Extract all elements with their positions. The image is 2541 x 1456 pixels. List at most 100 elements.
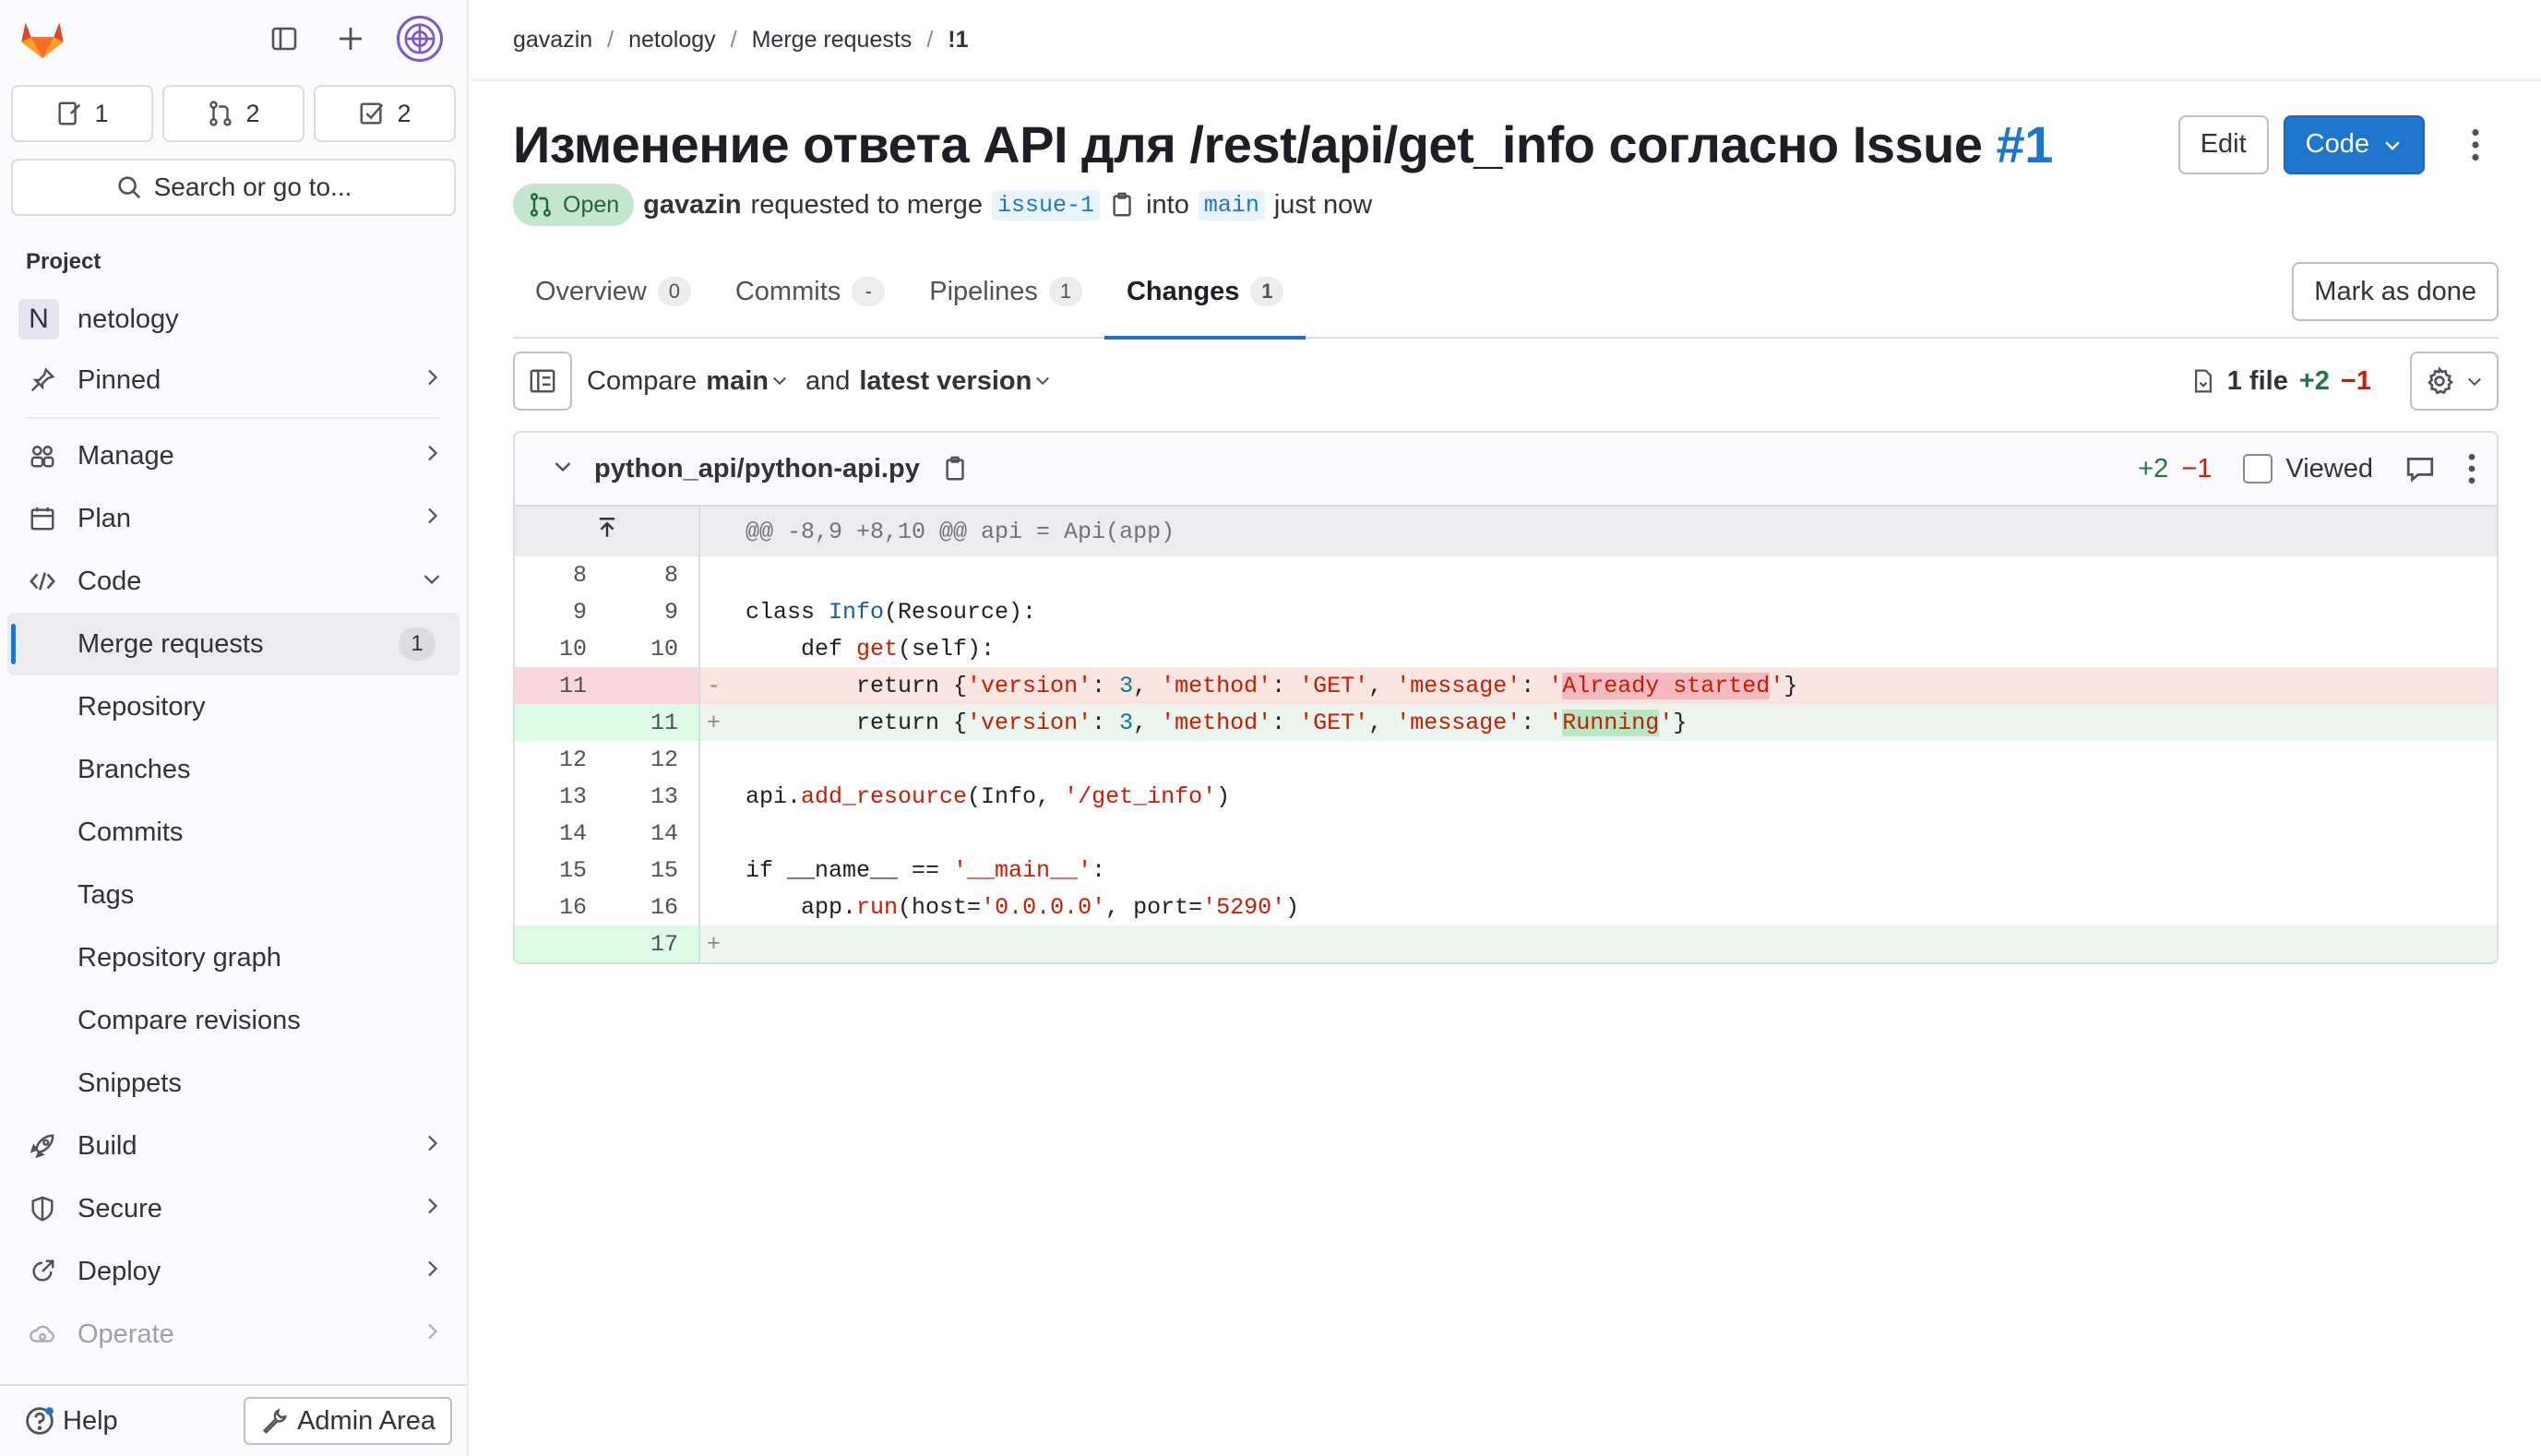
more-actions-icon[interactable] [2452, 115, 2499, 174]
old-line-number[interactable]: 9 [515, 593, 607, 630]
sidebar-item-branches[interactable]: Branches [0, 738, 467, 801]
edit-button[interactable]: Edit [2177, 114, 2269, 174]
sidebar-item-operate[interactable]: Operate [0, 1303, 467, 1366]
sidebar-item-compare-revisions[interactable]: Compare revisions [0, 989, 467, 1052]
old-line-number[interactable]: 15 [515, 852, 607, 889]
code-button-label: Code [2305, 129, 2369, 159]
new-line-number[interactable]: 10 [607, 630, 700, 667]
expand-up-icon[interactable] [515, 507, 700, 556]
new-line-number[interactable]: 14 [607, 815, 700, 852]
new-line-number[interactable]: 16 [607, 889, 700, 925]
new-line-number[interactable] [607, 667, 700, 704]
breadcrumb-item[interactable]: Merge requests [752, 27, 913, 54]
issues-count: 1 [94, 99, 109, 127]
target-branch[interactable]: main [1198, 189, 1265, 221]
new-line-number[interactable]: 17 [607, 925, 700, 962]
tab-pipelines[interactable]: Pipelines 1 [907, 245, 1104, 338]
author-link[interactable]: gavazin [643, 190, 741, 221]
chevron-down-icon[interactable] [552, 454, 574, 483]
user-avatar[interactable] [397, 16, 443, 62]
merge-request-icon [530, 193, 552, 217]
lines-added: +2 [2298, 365, 2330, 396]
issues-counter[interactable]: 1 [11, 85, 153, 142]
old-line-number[interactable]: 12 [515, 741, 607, 778]
calendar-icon [26, 502, 59, 535]
gitlab-logo-icon[interactable] [17, 13, 68, 65]
status-badge: Open [513, 184, 635, 226]
sidebar-item-label: Repository [78, 691, 206, 722]
issue-reference-link[interactable]: #1 [1997, 115, 2054, 173]
new-line-number[interactable]: 15 [607, 852, 700, 889]
viewed-checkbox[interactable] [2243, 454, 2273, 483]
compare-row: Compare main and latest version 1 file +… [513, 352, 2499, 411]
mr-tabs: Overview 0 Commits - Pipelines 1 Changes… [513, 245, 2499, 340]
search-button[interactable]: Search or go to... [11, 159, 456, 216]
comment-icon[interactable] [2404, 453, 2436, 484]
file-path[interactable]: python_api/python-api.py [594, 454, 920, 484]
tab-overview[interactable]: Overview 0 [513, 245, 713, 338]
sidebar-item-build[interactable]: Build [0, 1115, 467, 1177]
sidebar-item-repository[interactable]: Repository [0, 675, 467, 738]
new-line-number[interactable]: 11 [607, 704, 700, 741]
new-line-number[interactable]: 9 [607, 593, 700, 630]
diff-sign [699, 507, 727, 556]
new-line-number[interactable]: 12 [607, 741, 700, 778]
code-line: return {'version': 3, 'method': 'GET', '… [727, 704, 2497, 741]
code-dropdown-button[interactable]: Code [2283, 114, 2425, 174]
copy-icon[interactable] [1109, 191, 1137, 219]
sidebar-item-deploy[interactable]: Deploy [0, 1240, 467, 1303]
help-button[interactable]: Help [24, 1405, 118, 1437]
tab-changes[interactable]: Changes 1 [1103, 245, 1306, 340]
sidebar-item-manage[interactable]: Manage [0, 424, 467, 487]
more-actions-icon[interactable] [2467, 453, 2476, 484]
sidebar-item-merge-requests[interactable]: Merge requests 1 [7, 613, 459, 675]
sidebar-item-snippets[interactable]: Snippets [0, 1052, 467, 1115]
chevron-right-icon [421, 1257, 443, 1287]
todos-counter[interactable]: 2 [314, 85, 456, 142]
old-line-number[interactable]: 10 [515, 630, 607, 667]
sidebar-bottom: Help Admin Area [0, 1384, 467, 1456]
rocket-icon [26, 1129, 59, 1163]
project-link[interactable]: N netology [0, 293, 467, 345]
sidebar-item-plan[interactable]: Plan [0, 487, 467, 550]
old-line-number[interactable]: 8 [515, 556, 607, 593]
code-line: def get(self): [746, 635, 996, 662]
merge-requests-counter[interactable]: 2 [162, 85, 304, 142]
old-line-number[interactable]: 14 [515, 815, 607, 852]
copy-icon[interactable] [942, 455, 970, 483]
new-line-number[interactable]: 8 [607, 556, 700, 593]
breadcrumb-item[interactable]: gavazin [513, 27, 592, 54]
old-line-number[interactable] [515, 925, 607, 962]
breadcrumb-item[interactable]: netology [628, 27, 716, 54]
diff-sign [699, 741, 727, 778]
old-line-number[interactable]: 13 [515, 778, 607, 815]
old-line-number[interactable]: 11 [515, 667, 607, 704]
breadcrumb-item-current[interactable]: !1 [948, 27, 968, 54]
collapse-sidebar-icon[interactable] [264, 18, 304, 59]
source-branch[interactable]: issue-1 [992, 189, 1101, 221]
diff-line: 14 14 [515, 815, 2497, 852]
sidebar-item-secure[interactable]: Secure [0, 1177, 467, 1240]
create-new-icon[interactable] [330, 18, 371, 59]
sidebar-item-repository-graph[interactable]: Repository graph [0, 926, 467, 989]
admin-area-button[interactable]: Admin Area [244, 1397, 452, 1445]
sidebar-item-pinned[interactable]: Pinned [0, 349, 467, 412]
chevron-down-icon [2385, 140, 2400, 150]
old-line-number[interactable]: 16 [515, 889, 607, 925]
merge-requests-count: 2 [245, 99, 260, 127]
diff-settings-button[interactable] [2410, 352, 2499, 411]
file-tree-toggle-button[interactable] [513, 352, 572, 411]
tab-commits[interactable]: Commits - [713, 245, 907, 338]
file-lines-removed: −1 [2181, 453, 2213, 483]
chevron-right-icon [421, 1131, 443, 1162]
base-version-dropdown[interactable]: main [706, 366, 796, 397]
chevron-down-icon [2468, 377, 2481, 387]
tab-label: Commits [734, 276, 841, 306]
old-line-number[interactable] [515, 704, 607, 741]
new-line-number[interactable]: 13 [607, 778, 700, 815]
mark-as-done-button[interactable]: Mark as done [2292, 262, 2499, 321]
sidebar-item-commits[interactable]: Commits [0, 801, 467, 864]
sidebar-item-code[interactable]: Code [0, 550, 467, 613]
sidebar-item-tags[interactable]: Tags [0, 864, 467, 926]
head-version-dropdown[interactable]: latest version [859, 366, 1059, 397]
